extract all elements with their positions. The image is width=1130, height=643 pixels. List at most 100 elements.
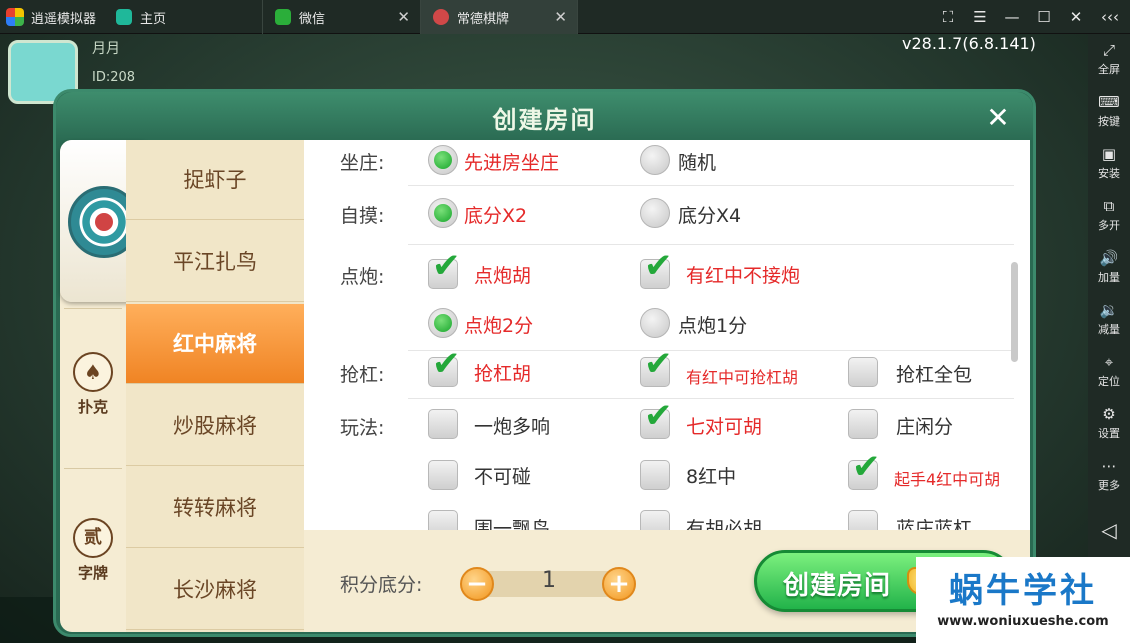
sidebar-settings[interactable]: ⚙ 设置 [1088,404,1130,441]
game-type-list: 捉虾子 平江扎鸟 红中麻将 炒股麻将 转转麻将 长沙麻将 [126,140,304,632]
check-qishou-4-hongzhong[interactable] [848,447,881,490]
option-text: 围一飘鸟 [474,518,551,530]
multi-instance-icon: ⧉ [1103,197,1115,215]
rule-options-panel: 坐庄: 先进房坐庄 随机 自摸: 底分X2 底分X4 点炮: 点炮胡 有红中不接… [304,140,1030,530]
window-controls: ⛶ ☰ — ☐ ✕ ‹‹‹ [932,0,1128,34]
sidebar-label: 安装 [1098,167,1120,180]
sidebar-label: 减量 [1098,323,1120,336]
option-text: 点炮胡 [474,265,532,287]
tab-home[interactable]: 主页 [104,0,262,34]
base-score-label: 积分底分: [340,574,423,596]
check-qianggang-hu[interactable] [428,344,461,387]
category-poker-label: 扑克 [77,398,108,416]
collapse-sidebar-icon[interactable]: ‹‹‹ [1092,8,1128,26]
option-text: 底分X2 [464,205,528,227]
option-text: 起手4红中可胡 [894,470,1001,489]
sidebar-label: 设置 [1098,427,1120,440]
check-youhu-bihu[interactable] [640,510,670,530]
decrease-score-button[interactable]: − [460,567,494,601]
category-poker[interactable]: ♠ 扑克 [60,352,126,417]
game-item-hongzhong-majiang[interactable]: 红中麻将 [126,304,304,384]
tab-home-label: 主页 [140,11,167,27]
option-text: 七对可胡 [686,416,763,438]
base-score-value: 1 [542,568,556,593]
maximize-icon[interactable]: ☐ [1028,8,1060,26]
game-item-changsha-majiang[interactable]: 长沙麻将 [126,550,304,630]
option-text: 庄闲分 [896,416,954,438]
sidebar-install[interactable]: ▣ 安装 [1088,144,1130,181]
radio-dianpao-2[interactable] [428,308,458,338]
sidebar-multi-instance[interactable]: ⧉ 多开 [1088,196,1130,233]
watermark: 蜗牛学社 www.woniuxueshe.com [916,557,1130,643]
home-icon [116,9,132,25]
fullscreen-window-icon[interactable]: ⛶ [932,8,964,26]
sidebar-label: 全屏 [1098,63,1120,76]
option-text: 随机 [678,152,717,174]
option-text: 有红中可抢杠胡 [686,368,799,387]
tab-wechat[interactable]: 微信 ✕ [262,0,420,34]
divider [408,398,1014,399]
check-dianpao-hu[interactable] [428,246,461,289]
sidebar-volume-down[interactable]: 🔉 减量 [1088,300,1130,337]
options-scrollbar[interactable] [1011,262,1018,362]
check-8-hongzhong[interactable] [640,460,670,490]
option-text: 抢杠胡 [474,363,532,385]
check-qidui-kehu[interactable] [640,396,673,439]
check-yipao-duoxiang[interactable] [428,409,458,439]
check-hongzhong-no-jiepao[interactable] [640,246,673,289]
game-item-chaogu-majiang[interactable]: 炒股麻将 [126,386,304,466]
more-icon: ⋯ [1101,457,1117,475]
dianpao-label: 点炮: [340,266,385,288]
divider [64,308,122,309]
emulator-logo-icon [6,8,24,26]
zuozhuang-label: 坐庄: [340,152,385,174]
game-item-zhuanzhuan-majiang[interactable]: 转转麻将 [126,468,304,548]
sidebar-location[interactable]: ⌖ 定位 [1088,352,1130,389]
sidebar-label: 加量 [1098,271,1120,284]
radio-zimo-x2[interactable] [428,198,458,228]
check-bukepeng[interactable] [428,460,458,490]
title-bar: 逍遥模拟器 主页 微信 ✕ 常德棋牌 ✕ ⛶ ☰ — ☐ ✕ ‹‹‹ [0,0,1130,34]
zi-pai-icon: 贰 [73,518,113,558]
radio-zuozhuang-random[interactable] [640,145,670,175]
emulator-sidebar: ⤢ 全屏 ⌨ 按键 ▣ 安装 ⧉ 多开 🔊 加量 🔉 减量 ⌖ 定位 ⚙ 设置 ⋯ 更多 ◁ [1088,34,1130,643]
tab-changde-close-icon[interactable]: ✕ [554,8,567,26]
check-lanzhuang-langang[interactable] [848,510,878,530]
divider [408,244,1014,245]
dialog-close-button[interactable]: ✕ [981,102,1015,136]
check-qianggang-quanbao[interactable] [848,357,878,387]
sidebar-volume-up[interactable]: 🔊 加量 [1088,248,1130,285]
category-column: ♠ 扑克 贰 字牌 [60,140,152,632]
game-item-pingjiang-zhaniao[interactable]: 平江扎鸟 [126,222,304,302]
sidebar-keymap[interactable]: ⌨ 按键 [1088,92,1130,129]
dialog-header: 创建房间 ✕ [56,92,1033,142]
increase-score-button[interactable]: + [602,567,636,601]
category-zipai[interactable]: 贰 字牌 [60,518,126,583]
divider [408,185,1014,186]
tab-wechat-close-icon[interactable]: ✕ [397,8,410,26]
option-text: 不可碰 [474,466,532,488]
keyboard-icon: ⌨ [1098,93,1120,111]
sidebar-more[interactable]: ⋯ 更多 [1088,456,1130,493]
apk-icon: ▣ [1101,145,1117,163]
create-room-dialog: 创建房间 ✕ ♠ 扑克 贰 字牌 捉虾子 平江扎鸟 红中麻将 炒股麻将 转转麻将… [53,89,1036,637]
radio-zimo-x4[interactable] [640,198,670,228]
close-window-icon[interactable]: ✕ [1060,8,1092,26]
minimize-icon[interactable]: — [996,8,1028,26]
game-item-zhuoxiazi[interactable]: 捉虾子 [126,140,304,220]
sidebar-back[interactable]: ◁ [1088,520,1130,541]
volume-up-icon: 🔊 [1099,249,1119,267]
emulator-title: 逍遥模拟器 [6,0,96,34]
option-text: 有红中不接炮 [686,265,801,287]
spade-icon: ♠ [73,352,113,392]
tab-changde-chess[interactable]: 常德棋牌 ✕ [420,0,578,34]
check-hongzhong-qianggang[interactable] [640,344,673,387]
emulator-name: 逍遥模拟器 [31,11,97,27]
menu-icon[interactable]: ☰ [964,8,996,26]
radio-zuozhuang-first[interactable] [428,145,458,175]
sidebar-fullscreen[interactable]: ⤢ 全屏 [1088,40,1130,77]
radio-dianpao-1[interactable] [640,308,670,338]
check-zhuangxian-fen[interactable] [848,409,878,439]
check-wei-yi-piaoniao[interactable] [428,510,458,530]
create-room-label: 创建房间 [783,571,892,601]
